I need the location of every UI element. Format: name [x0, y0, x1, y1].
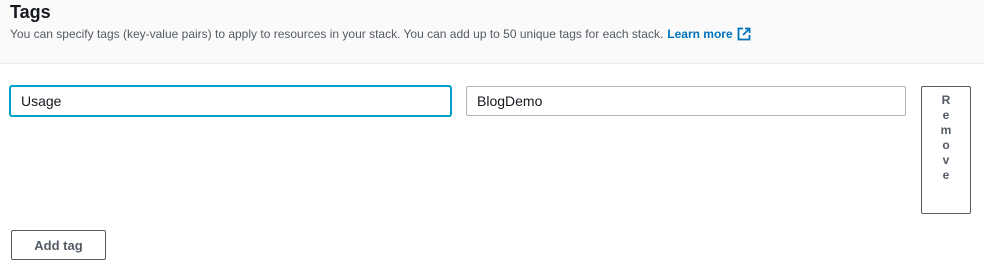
- external-link-icon: [737, 27, 751, 41]
- learn-more-label: Learn more: [667, 27, 733, 41]
- remove-label-char: o: [942, 138, 950, 152]
- remove-label-char: m: [940, 123, 952, 137]
- remove-label-char: R: [941, 93, 951, 107]
- remove-tag-button[interactable]: Remove: [921, 86, 971, 214]
- remove-label-char: v: [942, 153, 950, 167]
- tags-header: Tags You can specify tags (key-value pai…: [0, 0, 984, 64]
- section-description: You can specify tags (key-value pairs) t…: [10, 26, 751, 42]
- remove-label-char: e: [942, 168, 950, 182]
- section-title: Tags: [10, 2, 51, 22]
- tag-value-input[interactable]: [466, 86, 906, 116]
- tag-key-input[interactable]: [10, 86, 451, 116]
- remove-label-char: e: [942, 108, 950, 122]
- learn-more-link[interactable]: Learn more: [667, 27, 751, 41]
- description-text: You can specify tags (key-value pairs) t…: [10, 27, 664, 41]
- add-tag-button[interactable]: Add tag: [11, 230, 106, 260]
